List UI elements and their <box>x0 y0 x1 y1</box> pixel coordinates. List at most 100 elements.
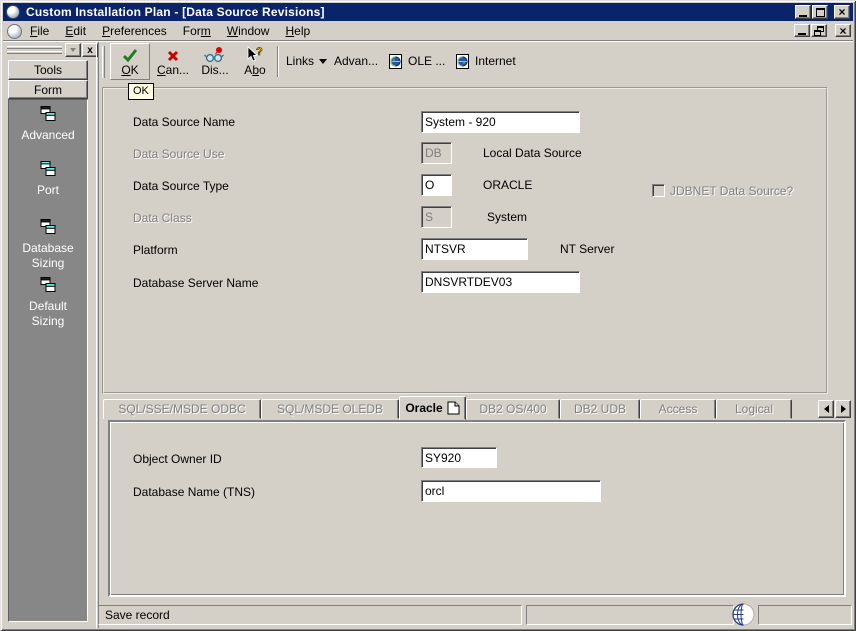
close-button[interactable]: × <box>834 5 850 19</box>
advanced-arrow-icon <box>319 58 327 64</box>
tab-scroll-left-button[interactable] <box>818 400 834 418</box>
close-icon: × <box>838 5 846 19</box>
maximize-icon <box>815 7 825 17</box>
tab-db2-udb: DB2 UDB <box>560 399 640 419</box>
field-label-data-source-type: Data Source Type <box>133 179 229 193</box>
field-label-database-name-tns: Database Name (TNS) <box>133 485 256 499</box>
field-label-data-source-name: Data Source Name <box>133 115 236 129</box>
jdbnet-checkbox <box>652 184 665 197</box>
help-cursor-icon: ? <box>246 46 264 63</box>
field-label-platform: Platform <box>133 243 178 257</box>
data-source-use-input <box>421 142 452 164</box>
status-message: Save record <box>105 608 170 622</box>
jdbnet-checkbox-label: JDBNET Data Source? <box>670 184 794 198</box>
sidebar-toolbar-grip[interactable] <box>7 46 62 49</box>
tab-form[interactable]: Form <box>8 80 88 99</box>
data-source-use-description: Local Data Source <box>483 146 582 160</box>
internet-button[interactable]: Internet <box>455 41 516 81</box>
sidebar-dropdown-button[interactable] <box>65 43 81 57</box>
status-panel-2 <box>526 605 734 625</box>
status-message-panel: Save record <box>98 605 522 625</box>
dropdown-arrow-icon <box>70 48 76 52</box>
glasses-icon <box>204 46 226 63</box>
form-windows-icon <box>40 219 56 234</box>
field-label-database-server-name: Database Server Name <box>133 276 259 290</box>
tab-db2-os400: DB2 OS/400 <box>466 399 560 419</box>
data-source-type-description: ORACLE <box>483 178 533 192</box>
toolbar-separator <box>277 46 279 77</box>
tab-sql-sse-msde-odbc: SQL/SSE/MSDE ODBC <box>103 399 261 419</box>
data-class-input <box>421 206 452 228</box>
menu-file[interactable]: File <box>22 22 57 40</box>
database-server-name-input[interactable] <box>421 271 580 293</box>
form-windows-icon <box>40 277 56 292</box>
ole-document-globe-icon <box>389 53 402 69</box>
menu-edit[interactable]: Edit <box>57 22 94 40</box>
database-name-tns-input[interactable] <box>421 480 601 502</box>
maximize-button[interactable] <box>812 5 828 19</box>
data-source-name-input[interactable] <box>421 111 580 133</box>
display-errors-button[interactable]: Dis... <box>195 43 235 80</box>
mdi-close-icon: × <box>839 23 847 38</box>
data-source-type-input[interactable] <box>421 174 452 196</box>
about-button[interactable]: ? Abo <box>237 43 273 80</box>
svg-text:?: ? <box>256 46 263 58</box>
app-globe-icon <box>6 5 20 19</box>
sidebar-item-advanced[interactable]: Advanced <box>9 105 87 143</box>
advanced-dropdown[interactable]: Advan... <box>319 41 378 81</box>
small-close-icon: x <box>87 44 93 56</box>
form-windows-icon <box>40 106 56 121</box>
menu-bar: File Edit Preferences Form Window Help × <box>3 21 853 41</box>
right-arrow-icon <box>840 405 846 413</box>
menu-help[interactable]: Help <box>277 22 318 40</box>
mdi-restore-button[interactable] <box>811 24 827 37</box>
mdi-minimize-button[interactable] <box>794 24 810 37</box>
ok-button[interactable]: OK <box>110 43 150 80</box>
sidebar-item-port[interactable]: Port <box>9 160 87 198</box>
platform-input[interactable] <box>421 238 528 260</box>
tab-tools[interactable]: Tools <box>8 60 88 80</box>
mdi-close-button[interactable]: × <box>835 24 851 37</box>
title-bar: Custom Installation Plan - [Data Source … <box>3 3 853 21</box>
tab-sql-msde-oledb: SQL/MSDE OLEDB <box>261 399 399 419</box>
status-panel-3 <box>758 605 852 625</box>
data-class-description: System <box>487 210 528 224</box>
tab-access: Access <box>640 399 716 419</box>
cancel-button[interactable]: Can... <box>153 43 193 80</box>
window-title: Custom Installation Plan - [Data Source … <box>26 5 325 19</box>
tab-scroll-right-button[interactable] <box>835 400 851 418</box>
sidebar-item-default-sizing[interactable]: Default Sizing <box>9 276 87 329</box>
object-owner-id-input[interactable] <box>421 447 497 468</box>
platform-description: NT Server <box>560 242 615 256</box>
toolbar-row: x OK Can... Dis... ? Abo Links Advan... … <box>3 41 853 82</box>
tab-logical: Logical <box>716 399 792 419</box>
tab-oracle[interactable]: Oracle <box>399 396 466 420</box>
menu-form[interactable]: Form <box>175 22 219 40</box>
check-icon <box>122 46 138 63</box>
field-label-object-owner-id: Object Owner ID <box>133 452 222 466</box>
menu-preferences[interactable]: Preferences <box>94 22 175 40</box>
mdi-restore-icon <box>814 25 824 36</box>
page-icon <box>447 401 460 415</box>
form-windows-icon <box>40 161 56 176</box>
sidebar-main-divider <box>96 42 99 628</box>
left-arrow-icon <box>823 405 829 413</box>
mdi-child-globe-icon <box>7 23 22 39</box>
links-label: Links <box>286 54 315 68</box>
sidebar-toolbar-grip2[interactable] <box>7 51 62 54</box>
field-label-data-source-use: Data Source Use <box>133 147 225 161</box>
mdi-minimize-icon <box>798 33 806 35</box>
main-toolbar-grip[interactable] <box>102 46 105 78</box>
sidebar-exit-panel: Advanced Port Database Sizing Default Si… <box>8 99 88 622</box>
menu-window[interactable]: Window <box>219 22 278 40</box>
ok-tooltip: OK <box>128 83 154 100</box>
cancel-x-icon <box>166 46 180 63</box>
ole-button[interactable]: OLE ... <box>388 41 445 81</box>
internet-document-globe-icon <box>456 53 469 69</box>
app-window: Custom Installation Plan - [Data Source … <box>0 0 856 631</box>
sidebar-item-database-sizing[interactable]: Database Sizing <box>9 218 87 271</box>
status-globe-icon <box>732 603 755 626</box>
field-label-data-class: Data Class <box>133 211 192 225</box>
minimize-button[interactable] <box>795 5 811 19</box>
minimize-icon <box>799 15 807 17</box>
